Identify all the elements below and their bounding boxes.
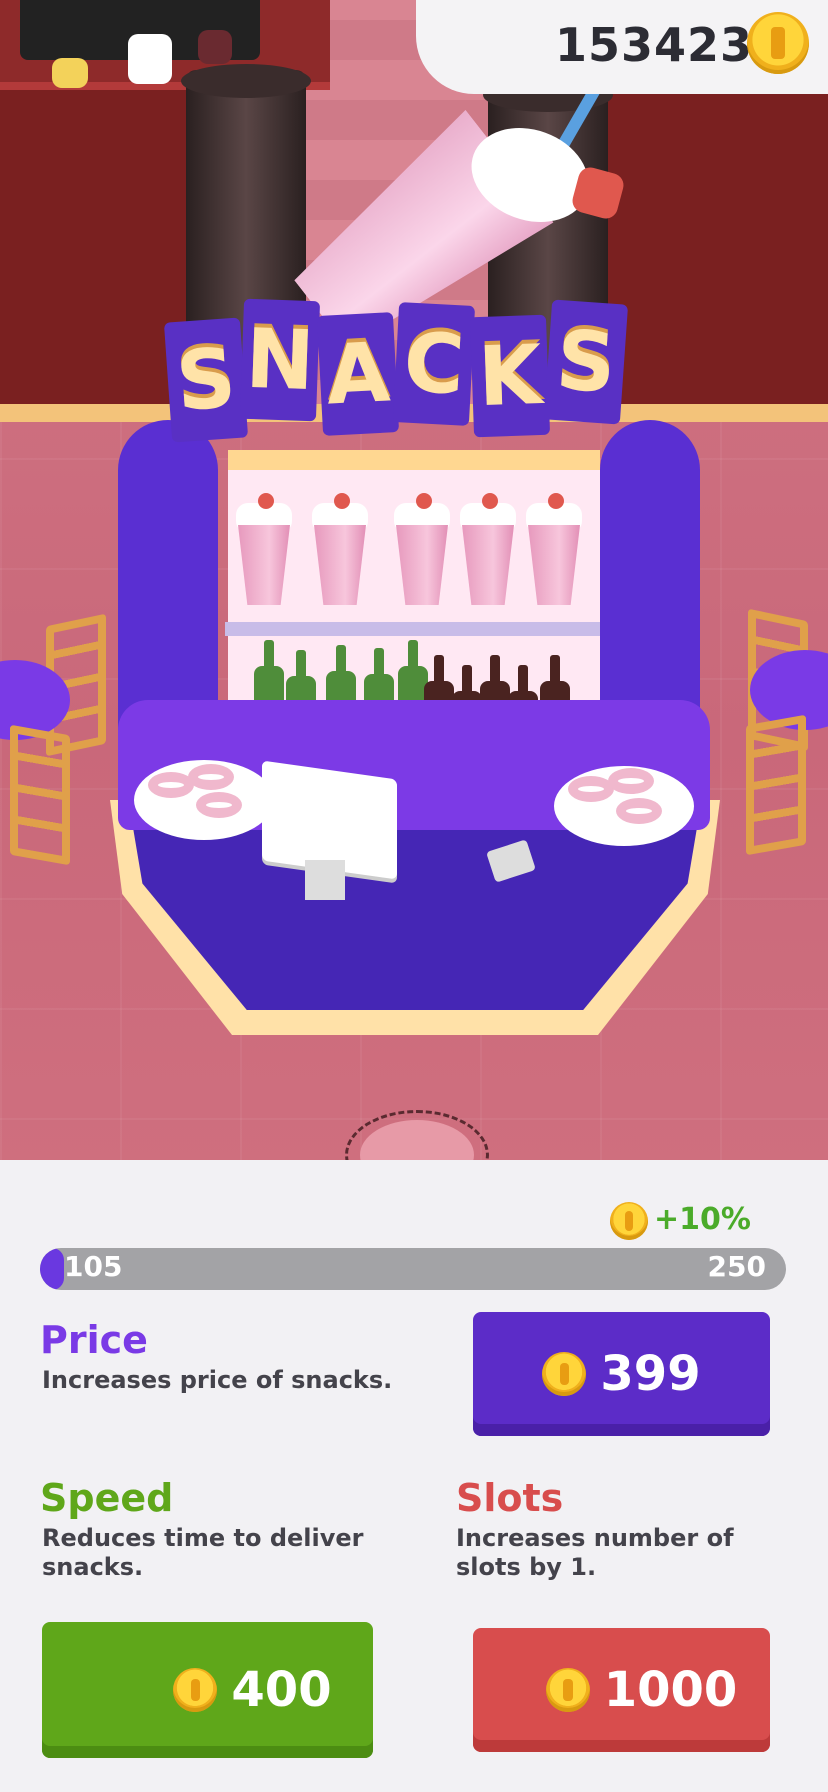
slots-description-line: Increases number of — [456, 1524, 734, 1552]
milkshake — [312, 493, 368, 605]
speed-upgrade-title: Speed — [40, 1476, 174, 1520]
speed-upgrade-description: Reduces time to deliver snacks. — [42, 1524, 364, 1582]
speed-description-line: snacks. — [42, 1553, 144, 1581]
sign-letter: S — [163, 317, 249, 443]
slots-upgrade-cost: 1000 — [603, 1662, 738, 1718]
gold-coin-icon — [747, 12, 809, 74]
sign-letter: K — [469, 314, 551, 438]
gold-coin-icon — [173, 1668, 218, 1712]
slots-upgrade-button[interactable]: 1000 — [473, 1628, 770, 1752]
price-upgrade-button[interactable]: 399 — [473, 1312, 770, 1436]
monitor-stand — [305, 860, 345, 900]
milkshake — [236, 493, 292, 605]
chair — [10, 724, 70, 866]
milkshake — [394, 493, 450, 605]
speed-description-line: Reduces time to deliver — [42, 1524, 364, 1552]
slots-upgrade-description: Increases number of slots by 1. — [456, 1524, 734, 1582]
slots-upgrade-title: Slots — [456, 1476, 564, 1520]
customer-figure — [52, 58, 88, 88]
customer-figure — [198, 30, 232, 64]
donut — [196, 792, 242, 818]
game-scene[interactable]: S N A C K S — [0, 0, 828, 1230]
milkshake — [526, 493, 582, 605]
gold-coin-icon — [542, 1352, 587, 1396]
cabinet-shelf — [225, 622, 610, 636]
gold-coin-icon — [545, 1668, 590, 1712]
progress-max-value: 250 — [707, 1250, 766, 1283]
price-upgrade-description: Increases price of snacks. — [42, 1366, 393, 1394]
price-upgrade-title: Price — [40, 1318, 148, 1362]
price-progress-fill — [40, 1248, 64, 1290]
coin-balance: 153423 — [555, 18, 754, 72]
chair — [746, 714, 806, 856]
speed-upgrade-cost: 400 — [231, 1662, 332, 1718]
sign-letter: N — [239, 298, 321, 422]
slots-description-line: slots by 1. — [456, 1553, 597, 1581]
gold-coin-icon — [610, 1202, 648, 1240]
price-progress-bar — [40, 1248, 786, 1290]
progress-current-value: 105 — [64, 1250, 123, 1283]
price-upgrade-cost: 399 — [600, 1346, 701, 1402]
donut — [608, 768, 654, 794]
sign-letter: C — [392, 302, 476, 426]
customer-figure — [128, 34, 172, 84]
donut — [616, 798, 662, 824]
income-bonus-label: +10% — [654, 1202, 751, 1237]
sign-letter: A — [316, 312, 400, 436]
sign-letter: S — [543, 299, 629, 425]
pillar-cap — [181, 64, 311, 98]
milkshake — [460, 493, 516, 605]
speed-upgrade-button[interactable]: 400 — [42, 1622, 373, 1758]
snacks-sign: S N A C K S — [163, 298, 638, 450]
donut — [188, 764, 234, 790]
